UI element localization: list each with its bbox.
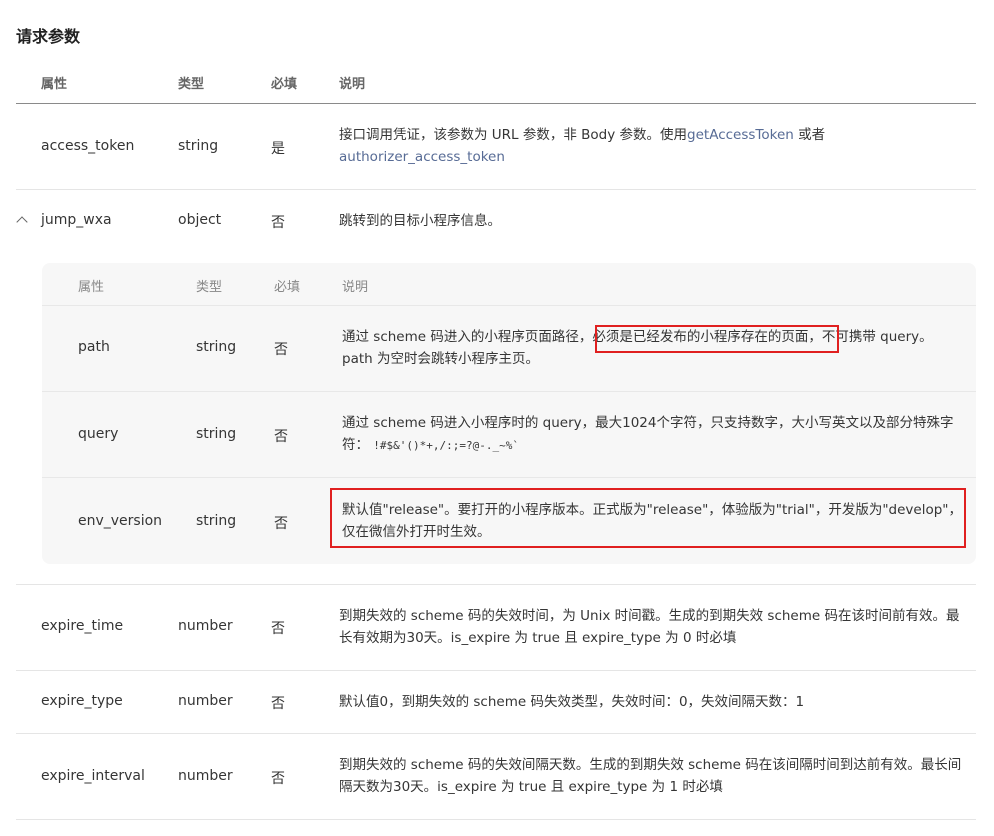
header-attr: 属性 bbox=[41, 77, 68, 92]
nested-divider bbox=[42, 305, 976, 306]
param-name: jump_wxa bbox=[41, 212, 112, 228]
desc-text: 到期失效的 scheme 码的失效时间，为 Unix 时间戳。生成的到期失效 s… bbox=[339, 608, 960, 624]
param-type: string bbox=[196, 426, 237, 442]
param-type: number bbox=[178, 693, 233, 709]
param-required: 否 bbox=[271, 696, 285, 712]
section-title: 请求参数 bbox=[16, 27, 81, 46]
desc-text: 通过 scheme 码进入的小程序页面路径， bbox=[342, 329, 593, 345]
param-required: 否 bbox=[274, 516, 288, 532]
param-name: access_token bbox=[41, 138, 135, 154]
param-name: query bbox=[78, 426, 119, 442]
nested-header-type: 类型 bbox=[196, 280, 223, 295]
param-type: object bbox=[178, 212, 222, 228]
desc-text: 到期失效的 scheme 码的失效间隔天数。生成的到期失效 scheme 码在该… bbox=[339, 757, 962, 773]
param-required: 是 bbox=[271, 141, 285, 157]
desc-text: 长有效期为30天。is_expire 为 true 且 expire_type … bbox=[339, 630, 737, 646]
row-divider bbox=[16, 670, 976, 671]
param-type: string bbox=[196, 339, 237, 355]
param-name: path bbox=[78, 339, 110, 355]
chevron-up-icon[interactable] bbox=[16, 216, 28, 228]
param-required: 否 bbox=[271, 771, 285, 787]
header-desc: 说明 bbox=[339, 77, 366, 92]
param-name: expire_interval bbox=[41, 768, 145, 784]
nested-divider bbox=[42, 391, 976, 392]
desc-text: 符： bbox=[342, 437, 369, 453]
desc-text: 通过 scheme 码进入小程序时的 query，最大1024个字符，只支持数字… bbox=[342, 415, 954, 431]
desc-text: 接口调用凭证，该参数为 URL 参数，非 Body 参数。使用 bbox=[339, 127, 688, 143]
special-chars: !#$&'()*+,/:;=?@-._~%` bbox=[373, 439, 519, 452]
row-divider bbox=[16, 819, 976, 820]
row-divider bbox=[16, 584, 976, 585]
get-access-token-link[interactable]: getAccessToken bbox=[687, 127, 794, 143]
nested-header-desc: 说明 bbox=[342, 280, 369, 295]
param-desc: 默认值0，到期失效的 scheme 码失效类型，失效时间：0，失效间隔天数：1 bbox=[339, 694, 805, 710]
param-desc: 接口调用凭证，该参数为 URL 参数，非 Body 参数。使用getAccess… bbox=[339, 124, 959, 168]
row-divider bbox=[16, 189, 976, 190]
param-desc: 到期失效的 scheme 码的失效时间，为 Unix 时间戳。生成的到期失效 s… bbox=[339, 605, 979, 649]
header-required: 必填 bbox=[271, 77, 298, 92]
param-desc: 通过 scheme 码进入小程序时的 query，最大1024个字符，只支持数字… bbox=[342, 412, 972, 457]
desc-text: 隔天数为30天。is_expire 为 true 且 expire_type 为… bbox=[339, 779, 723, 795]
param-desc: 到期失效的 scheme 码的失效间隔天数。生成的到期失效 scheme 码在该… bbox=[339, 754, 979, 798]
header-type: 类型 bbox=[178, 77, 205, 92]
param-type: string bbox=[196, 513, 237, 529]
desc-text: path 为空时会跳转小程序主页。 bbox=[342, 351, 539, 367]
param-name: expire_time bbox=[41, 618, 124, 634]
desc-text: 或者 bbox=[793, 127, 826, 143]
highlight-box bbox=[330, 488, 966, 548]
param-name: env_version bbox=[78, 513, 163, 529]
authorizer-access-token-link[interactable]: authorizer_access_token bbox=[339, 149, 505, 165]
param-desc: 跳转到的目标小程序信息。 bbox=[339, 213, 501, 229]
row-divider bbox=[16, 733, 976, 734]
param-required: 否 bbox=[271, 621, 285, 637]
param-required: 否 bbox=[274, 429, 288, 445]
param-required: 否 bbox=[274, 342, 288, 358]
param-required: 否 bbox=[271, 215, 285, 231]
nested-header-required: 必填 bbox=[274, 280, 301, 295]
param-name: expire_type bbox=[41, 693, 123, 709]
param-type: string bbox=[178, 138, 219, 154]
nested-divider bbox=[42, 477, 976, 478]
param-type: number bbox=[178, 618, 233, 634]
param-type: number bbox=[178, 768, 233, 784]
highlight-box bbox=[595, 325, 839, 353]
nested-header-attr: 属性 bbox=[78, 280, 105, 295]
header-divider bbox=[16, 103, 976, 104]
